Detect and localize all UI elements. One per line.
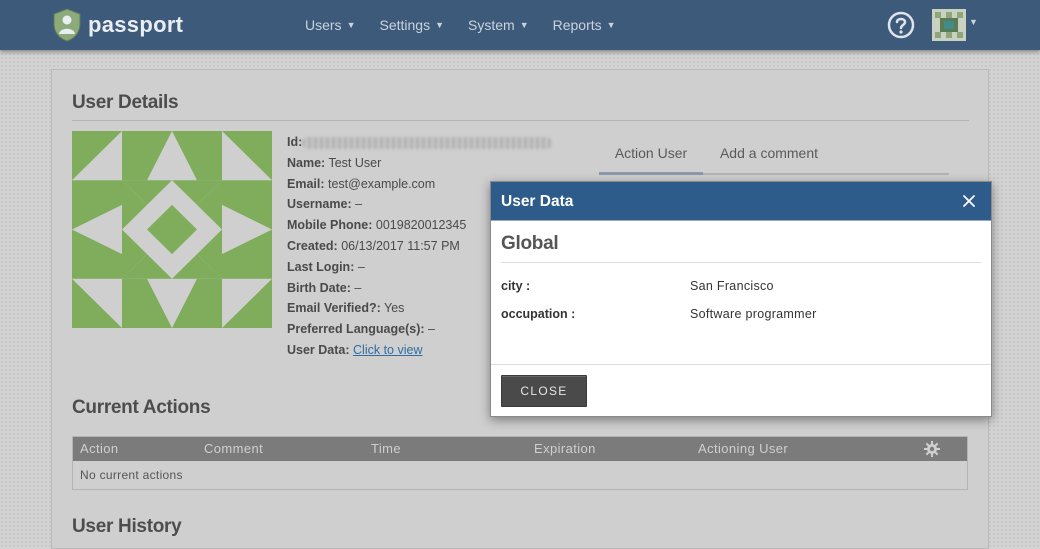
gear-icon[interactable] <box>924 441 940 457</box>
close-icon[interactable] <box>960 192 978 210</box>
user-data-value: Software programmer <box>690 307 817 321</box>
actions-table: Action Comment Time Expiration Actioning… <box>72 436 968 490</box>
user-data-link[interactable]: Click to view <box>353 343 422 357</box>
detail-value: – <box>354 280 362 295</box>
divider <box>501 262 981 263</box>
nav-settings[interactable]: Settings ▼ <box>367 0 456 50</box>
redacted-id <box>302 136 553 149</box>
user-data-modal: User Data Global city : San Francisco oc… <box>490 181 992 417</box>
detail-value: Yes <box>384 301 405 316</box>
column-header[interactable]: Actioning User <box>698 437 788 461</box>
question-circle-icon[interactable] <box>887 11 915 39</box>
detail-id: Id: <box>287 132 587 153</box>
modal-section-title: Global <box>501 233 559 254</box>
detail-label: Username: <box>287 197 352 212</box>
divider <box>491 364 991 365</box>
chevron-down-icon: ▼ <box>346 20 356 30</box>
chevron-down-icon: ▼ <box>519 20 529 30</box>
passport-logo-icon <box>53 8 81 42</box>
column-header[interactable]: Action <box>80 437 119 461</box>
detail-label: Email: <box>287 176 325 191</box>
detail-value: 0019820012345 <box>375 218 467 233</box>
detail-label: User Data: <box>287 342 350 357</box>
table-header: Action Comment Time Expiration Actioning… <box>73 437 967 461</box>
user-data-key: occupation : <box>501 307 576 321</box>
empty-row: No current actions <box>80 468 183 482</box>
nav-reports[interactable]: Reports ▼ <box>541 0 628 50</box>
divider <box>72 120 969 121</box>
column-header[interactable]: Expiration <box>534 437 596 461</box>
user-identicon <box>72 131 272 328</box>
user-data-row: occupation : Software programmer <box>501 307 981 323</box>
user-data-row: city : San Francisco <box>501 279 981 295</box>
detail-value: – <box>355 197 363 212</box>
tab-action-user[interactable]: Action User <box>599 142 703 175</box>
user-data-value: San Francisco <box>690 279 774 293</box>
detail-label: Preferred Language(s): <box>287 322 425 337</box>
modal-title: User Data <box>501 193 574 210</box>
detail-label: Email Verified?: <box>287 301 381 316</box>
user-history-title: User History <box>72 516 182 537</box>
modal-header: User Data <box>491 182 991 221</box>
detail-label: Name: <box>287 155 326 170</box>
chevron-down-icon[interactable]: ▼ <box>969 17 978 27</box>
column-header[interactable]: Time <box>371 437 401 461</box>
chevron-down-icon: ▼ <box>435 20 444 30</box>
nav-reports-label: Reports <box>552 17 602 33</box>
current-actions-title: Current Actions <box>72 397 211 418</box>
detail-label: Id: <box>287 135 303 149</box>
chevron-down-icon: ▼ <box>606 20 616 30</box>
detail-label: Last Login: <box>287 259 355 274</box>
close-button[interactable]: CLOSE <box>501 375 587 407</box>
nav-settings-label: Settings <box>379 17 431 33</box>
brand-name: passport <box>88 12 184 37</box>
detail-value: test@example.com <box>328 176 436 191</box>
nav-system[interactable]: System ▼ <box>456 0 541 50</box>
detail-value: Test User <box>328 155 382 170</box>
nav-system-label: System <box>468 17 515 33</box>
detail-value: – <box>357 259 365 274</box>
detail-label: Created: <box>287 238 338 253</box>
user-data-key: city : <box>501 279 531 293</box>
nav-users-label: Users <box>305 17 342 33</box>
action-tabs: Action User Add a comment <box>599 142 949 175</box>
column-header[interactable]: Comment <box>204 437 263 461</box>
detail-value: – <box>428 322 435 337</box>
main-nav: Users ▼ Settings ▼ System ▼ Reports ▼ <box>293 0 628 50</box>
page-title: User Details <box>72 92 179 113</box>
nav-users[interactable]: Users ▼ <box>293 0 367 50</box>
detail-label: Mobile Phone: <box>287 218 373 233</box>
user-avatar-icon[interactable] <box>932 9 966 41</box>
detail-value: 06/13/2017 11:57 PM <box>341 238 460 253</box>
detail-name: Name: Test User <box>287 153 587 174</box>
brand[interactable]: passport <box>52 8 183 42</box>
tab-add-comment[interactable]: Add a comment <box>714 142 824 175</box>
top-navbar: passport Users ▼ Settings ▼ System ▼ Report… <box>0 0 1040 50</box>
detail-label: Birth Date: <box>287 280 351 295</box>
